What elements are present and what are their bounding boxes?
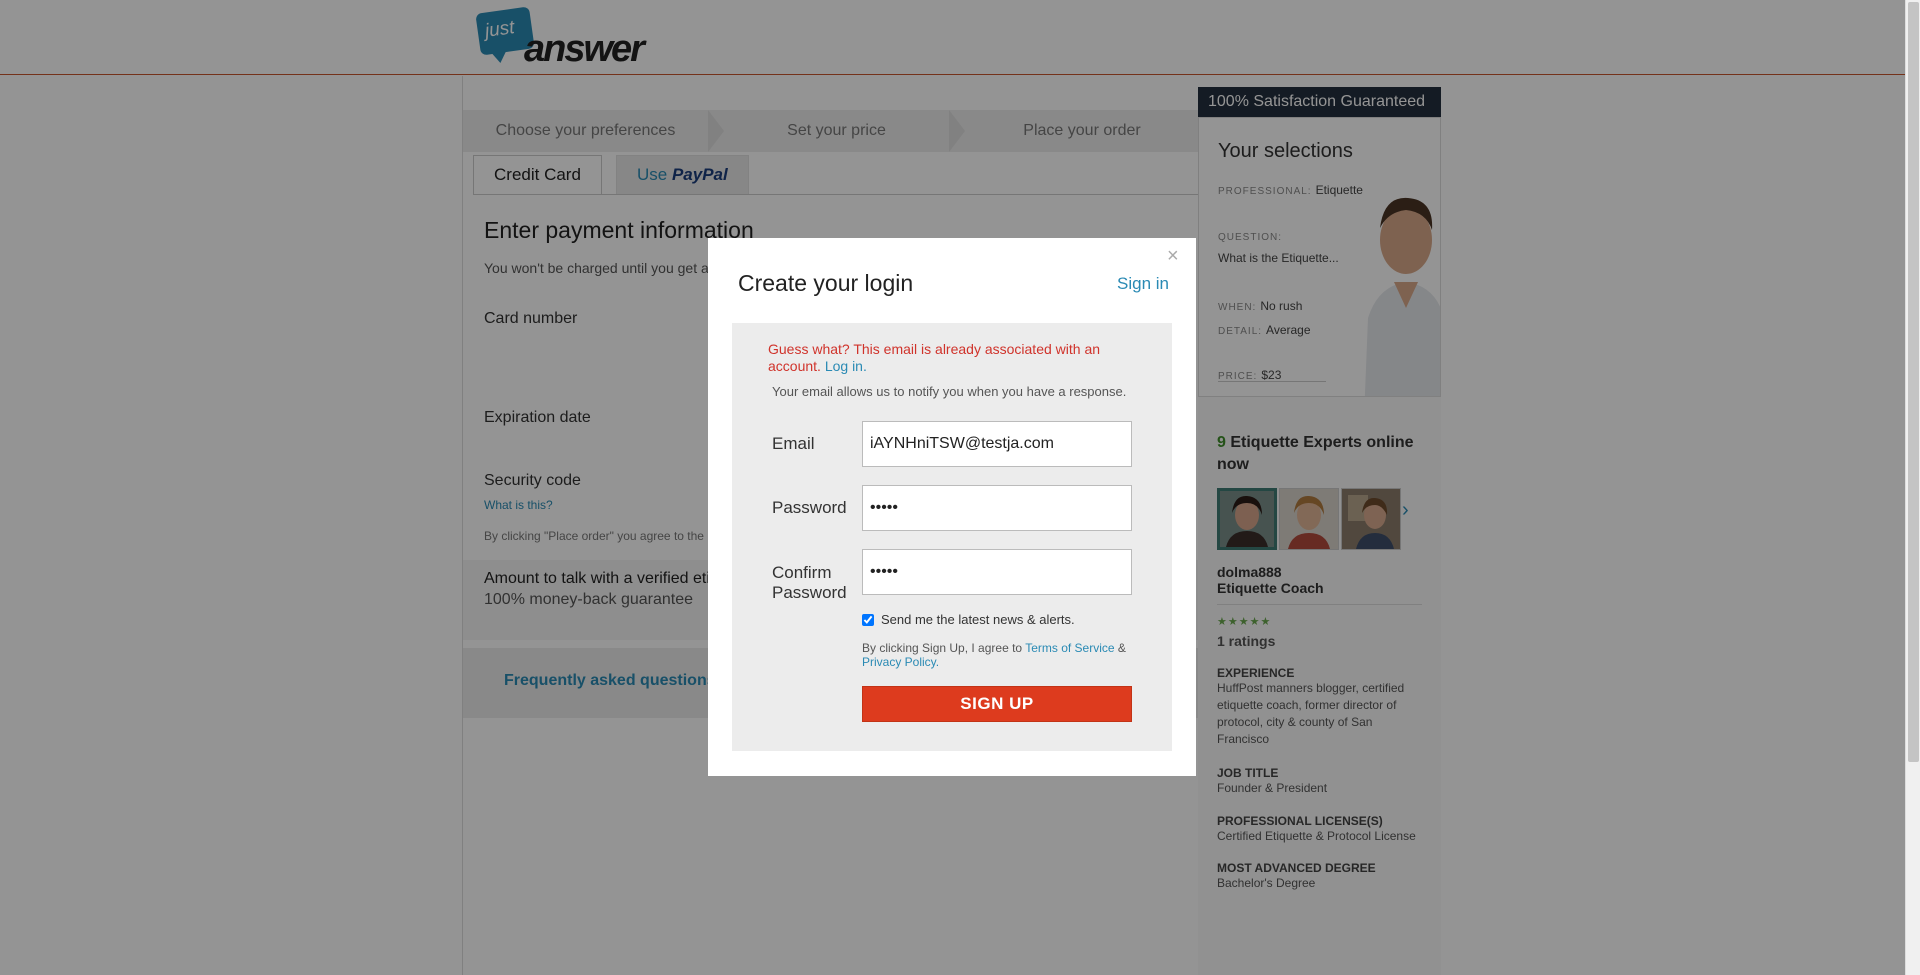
terms-prefix: By clicking Sign Up, I agree to: [862, 641, 1023, 655]
page-scrollbar[interactable]: [1905, 0, 1920, 975]
password-label: Password: [772, 498, 847, 517]
privacy-policy-link[interactable]: Privacy Policy.: [862, 655, 939, 669]
sign-up-button[interactable]: SIGN UP: [862, 686, 1132, 722]
news-alerts-label: Send me the latest news & alerts.: [881, 612, 1075, 627]
sign-in-link[interactable]: Sign in: [1117, 274, 1169, 294]
email-notice: Your email allows us to notify you when …: [772, 384, 1127, 399]
modal-title: Create your login: [738, 270, 914, 296]
signup-form: Guess what? This email is already associ…: [732, 323, 1172, 751]
confirm-password-label: Confirm Password: [772, 563, 847, 602]
email-field[interactable]: [862, 421, 1132, 467]
email-label: Email: [772, 434, 815, 453]
news-alerts-checkbox[interactable]: [862, 614, 874, 626]
terms-of-service-link[interactable]: Terms of Service: [1025, 641, 1114, 655]
terms-text: By clicking Sign Up, I agree to Terms of…: [862, 641, 1152, 669]
password-field[interactable]: [862, 485, 1132, 531]
confirm-password-field[interactable]: [862, 549, 1132, 595]
error-text: Guess what? This email is already associ…: [768, 341, 1101, 374]
scrollbar-thumb[interactable]: [1908, 2, 1919, 762]
create-login-modal: × Create your login Sign in Guess what? …: [708, 238, 1196, 776]
error-login-link[interactable]: Log in.: [825, 358, 867, 374]
terms-amp: &: [1117, 641, 1126, 655]
email-exists-error: Guess what? This email is already associ…: [768, 341, 1148, 375]
close-icon[interactable]: ×: [1167, 245, 1179, 268]
